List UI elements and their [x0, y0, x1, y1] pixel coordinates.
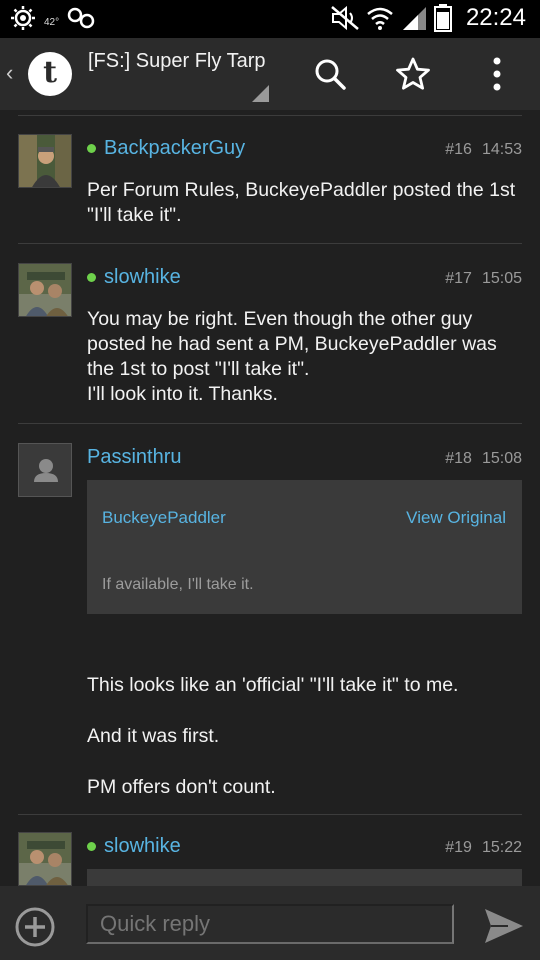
app-logo-letter: t	[43, 55, 57, 90]
avatar[interactable]	[18, 832, 72, 886]
back-icon[interactable]: ‹	[6, 60, 13, 86]
quote-author[interactable]: BuckeyePaddler	[102, 508, 226, 528]
overflow-menu-icon	[493, 57, 501, 91]
post-meta: #16 14:53	[435, 141, 522, 159]
favorite-button[interactable]	[393, 54, 433, 94]
post-body: Per Forum Rules, BuckeyePaddler posted t…	[87, 178, 522, 228]
post-number: #19	[445, 839, 472, 856]
title-dropdown-indicator	[252, 85, 269, 102]
star-icon	[396, 57, 430, 90]
user-photo-icon	[19, 135, 71, 187]
quick-reply-bar	[0, 886, 540, 960]
post-text: Per Forum Rules, BuckeyePaddler posted t…	[87, 179, 516, 226]
battery-icon	[433, 4, 452, 32]
user-photo-icon	[19, 264, 71, 316]
quote-text: If available, I'll take it.	[102, 576, 254, 593]
post-time: 14:53	[481, 141, 522, 158]
view-original-link[interactable]: View Original	[406, 508, 506, 528]
default-avatar-icon	[34, 459, 58, 482]
post-author[interactable]: BackpackerGuy	[87, 137, 245, 160]
divider	[18, 423, 522, 424]
post-author[interactable]: slowhike	[87, 266, 181, 289]
user-photo-icon	[19, 833, 71, 885]
voicemail-icon	[67, 7, 95, 29]
post-text: I'll look into it. Thanks.	[87, 383, 278, 405]
post-number: #18	[445, 450, 472, 467]
weather-icon	[11, 6, 35, 30]
mute-icon	[331, 5, 359, 31]
divider	[18, 243, 522, 244]
divider	[18, 115, 522, 116]
author-name: BackpackerGuy	[104, 137, 246, 159]
author-name: Passinthru	[87, 446, 182, 468]
post-text: You may be right. Even though the other …	[87, 308, 497, 380]
app-logo[interactable]: t	[28, 52, 72, 96]
avatar[interactable]	[18, 443, 72, 497]
post-body: This looks like an 'official' "I'll take…	[87, 673, 522, 800]
post-time: 15:05	[481, 270, 522, 287]
author-name: slowhike	[104, 835, 181, 857]
post-text: And it was first.	[87, 725, 220, 747]
online-indicator	[87, 842, 96, 851]
wifi-icon	[367, 7, 393, 30]
online-indicator	[87, 273, 96, 282]
status-bar: 42° 22:24	[0, 0, 540, 38]
post-time: 15:22	[481, 839, 522, 856]
post-meta: #17 15:05	[435, 270, 522, 288]
post-meta: #19 15:22	[435, 839, 522, 857]
post-text: PM offers don't count.	[87, 776, 276, 798]
divider	[18, 814, 522, 815]
thread-posts[interactable]: BackpackerGuy #16 14:53 Per Forum Rules, …	[0, 110, 540, 886]
overflow-menu-button[interactable]	[477, 54, 517, 94]
add-attachment-icon	[15, 907, 55, 947]
post-text: This looks like an 'official' "I'll take…	[87, 674, 459, 696]
post-time: 15:08	[481, 450, 522, 467]
post-author[interactable]: slowhike	[87, 835, 181, 858]
avatar[interactable]	[18, 134, 72, 188]
send-icon	[485, 909, 523, 943]
search-icon	[315, 59, 346, 90]
quick-reply-input[interactable]	[86, 904, 454, 944]
post-author[interactable]: Passinthru	[87, 446, 182, 469]
author-name: slowhike	[104, 266, 181, 288]
send-button[interactable]	[482, 904, 526, 948]
search-button[interactable]	[310, 54, 350, 94]
post-meta: #18 15:08	[435, 450, 522, 468]
online-indicator	[87, 144, 96, 153]
quote-block: BuckeyePaddler View Original If availabl…	[87, 480, 522, 614]
avatar[interactable]	[18, 263, 72, 317]
add-attachment-button[interactable]	[14, 906, 56, 948]
action-bar: ‹ t [FS:] Super Fly Tarp	[0, 38, 540, 110]
post-number: #16	[445, 141, 472, 158]
quote-block	[87, 869, 522, 886]
temperature-label: 42°	[44, 16, 60, 28]
post-number: #17	[445, 270, 472, 287]
signal-icon	[402, 7, 426, 30]
post-body: You may be right. Even though the other …	[87, 307, 522, 407]
clock: 22:24	[465, 4, 526, 31]
thread-title[interactable]: [FS:] Super Fly Tarp	[88, 49, 268, 74]
